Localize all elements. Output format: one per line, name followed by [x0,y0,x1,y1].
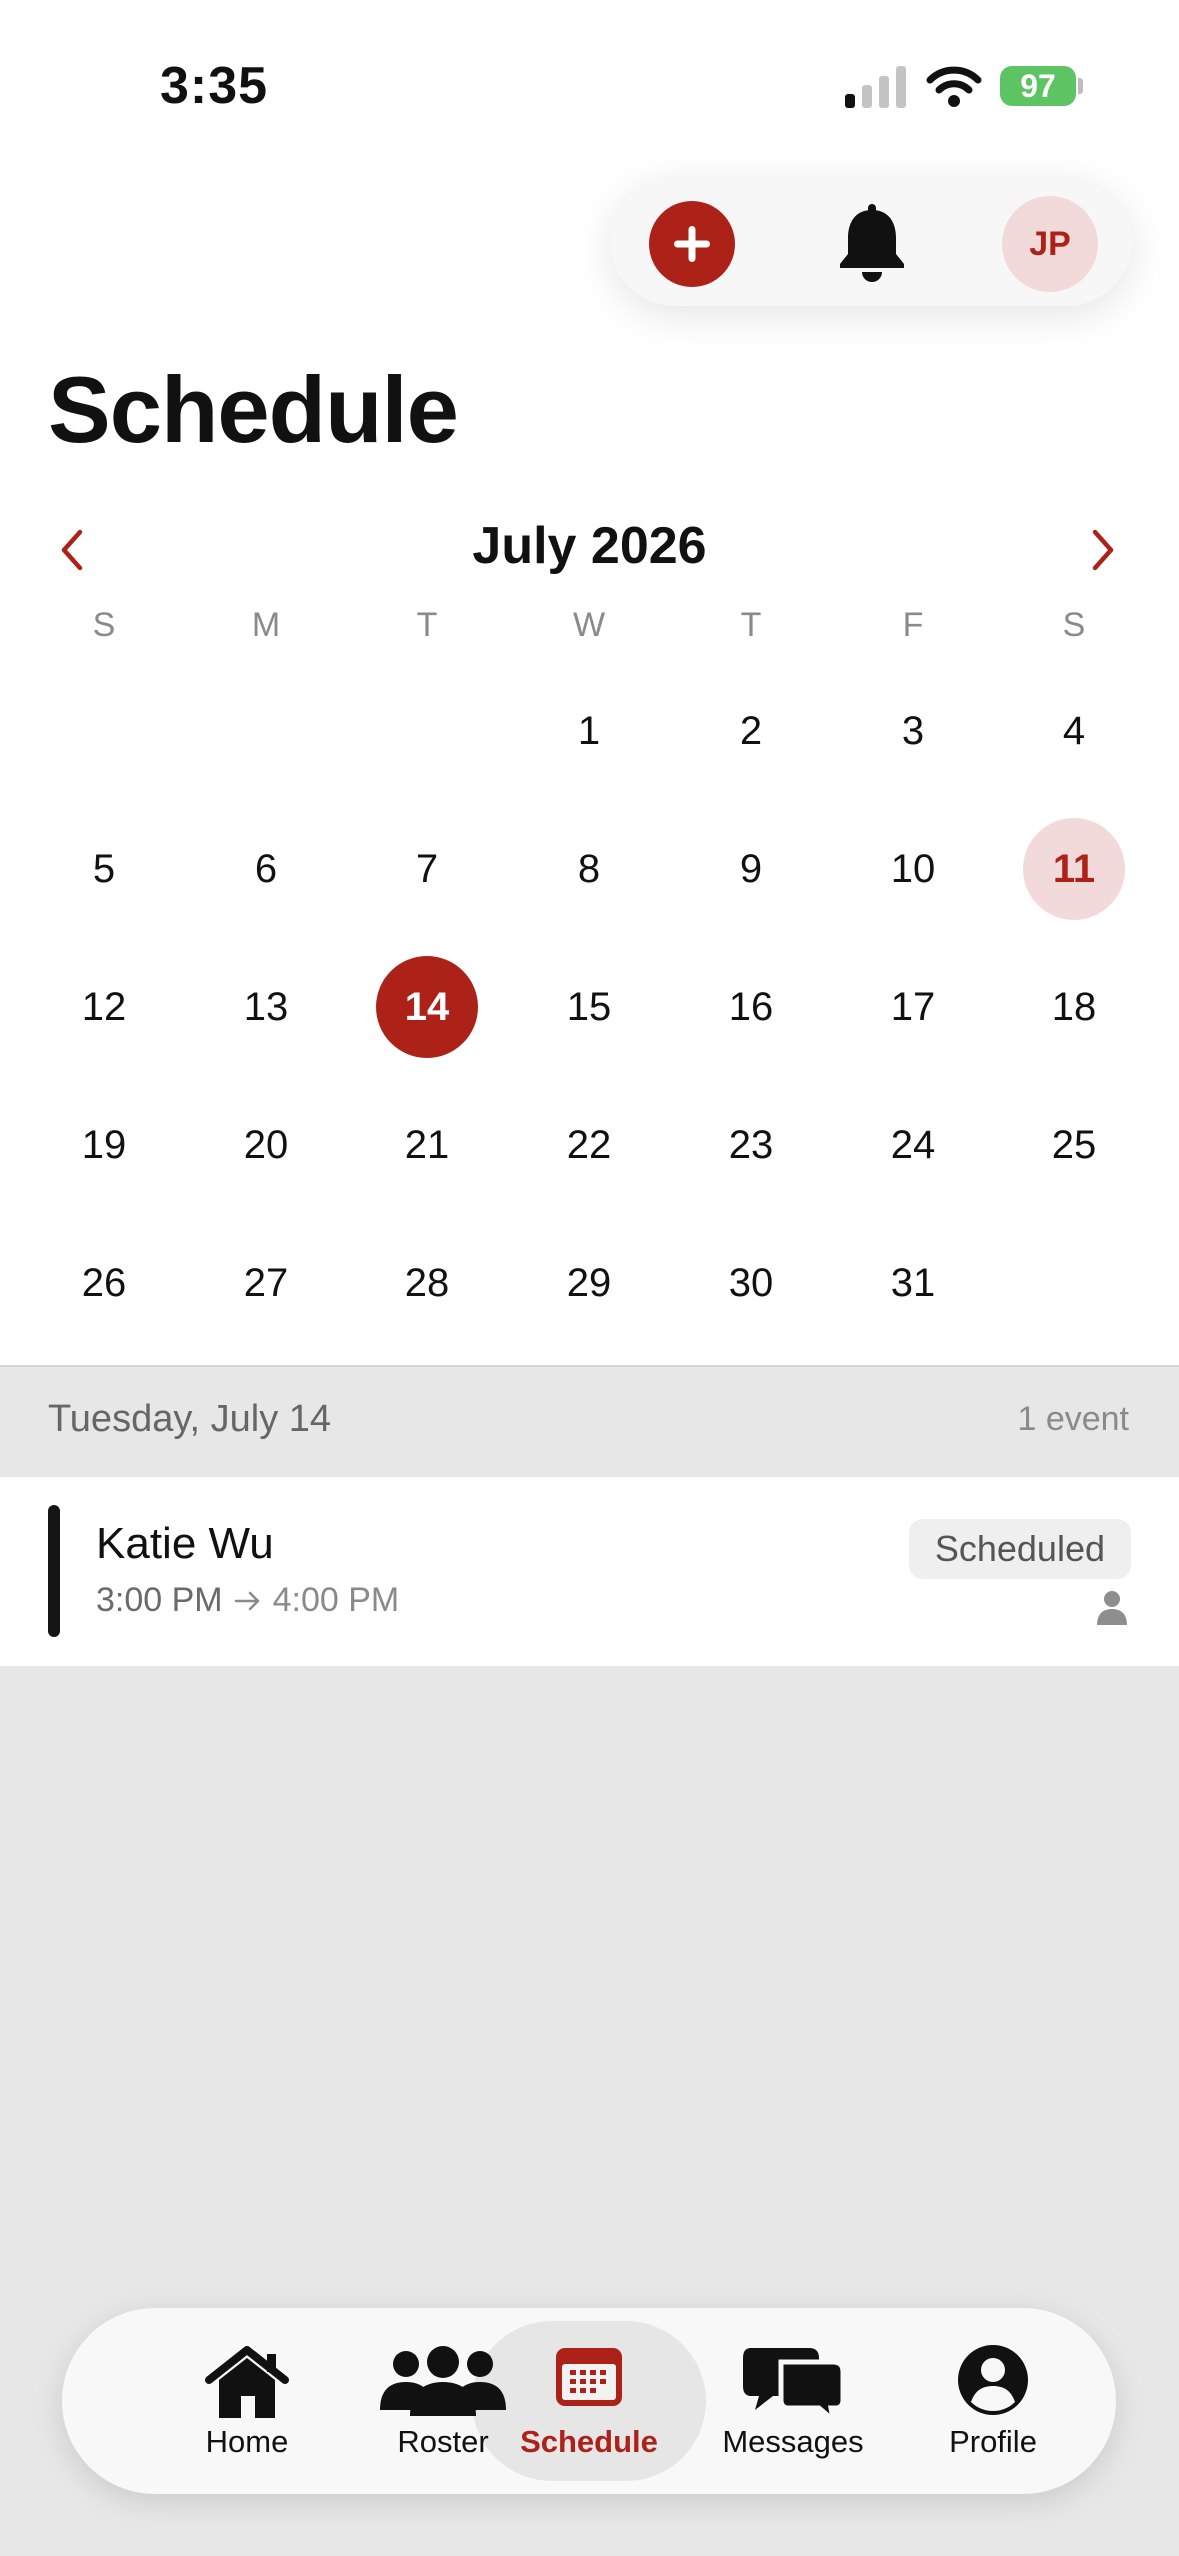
status-time: 3:35 [160,57,269,115]
tab-home-label: Home [205,2424,289,2459]
event-start-time: 3:00 PM [96,1581,223,1619]
calendar-day[interactable]: 1 [538,680,640,782]
calendar-day[interactable]: 13 [215,956,317,1058]
avatar[interactable]: JP [1002,196,1098,292]
weekday-label: S [92,606,116,644]
selected-date-label: Tuesday, July 14 [48,1398,332,1440]
tab-messages[interactable]: Messages [698,2308,888,2494]
calendar-day[interactable]: 7 [376,818,478,920]
calendar-day[interactable]: 15 [538,956,640,1058]
calendar-day[interactable]: 20 [215,1094,317,1196]
calendar-day[interactable]: 6 [215,818,317,920]
profile-icon [958,2345,1028,2415]
weekday-label: T [740,606,762,644]
tab-home[interactable]: Home [152,2308,342,2494]
add-button[interactable] [649,201,735,287]
event-end-time: 4:00 PM [272,1581,400,1619]
event-name: Katie Wu [96,1519,274,1568]
calendar-day[interactable]: 24 [862,1094,964,1196]
bottom-tab-bar: Home Roster Schedule Messages Profile [62,2308,1116,2494]
page-title: Schedule [48,357,459,462]
calendar-day[interactable]: 30 [700,1232,802,1334]
weekday-label: M [251,606,281,644]
tab-profile-label: Profile [949,2424,1037,2459]
person-icon [1097,1591,1127,1625]
calendar-day[interactable]: 21 [376,1094,478,1196]
event-color-bar [48,1505,60,1637]
calendar-day[interactable]: 16 [700,956,802,1058]
calendar-day[interactable]: 26 [53,1232,155,1334]
calendar-day[interactable]: 5 [53,818,155,920]
status-badge: Scheduled [908,1519,1131,1579]
tab-roster-label: Roster [397,2424,489,2459]
calendar-day[interactable]: 31 [862,1232,964,1334]
wifi-icon [926,66,982,107]
calendar-day[interactable]: 23 [700,1094,802,1196]
event-count: 1 event [1017,1400,1129,1438]
tab-messages-label: Messages [722,2424,864,2459]
event-row[interactable]: Katie Wu 3:00 PM 4:00 PM Scheduled [0,1477,1179,1666]
calendar-day[interactable]: 29 [538,1232,640,1334]
tab-schedule[interactable]: Schedule [494,2308,684,2494]
calendar-day[interactable]: 28 [376,1232,478,1334]
home-icon [205,2346,289,2418]
weekday-label: T [416,606,438,644]
calendar-day[interactable]: 8 [538,818,640,920]
weekday-label: F [902,606,924,644]
bell-icon [840,204,904,282]
battery-tip [1078,78,1083,94]
roster-icon [380,2346,506,2416]
month-title: July 2026 [472,517,707,575]
calendar-day[interactable]: 9 [700,818,802,920]
calendar-day[interactable]: 19 [53,1094,155,1196]
arrow-right-icon [234,1591,259,1610]
calendar-day[interactable]: 12 [53,956,155,1058]
weekday-label: W [572,606,606,644]
plus-icon [674,226,710,262]
calendar-day[interactable]: 25 [1023,1094,1125,1196]
calendar-day[interactable]: 27 [215,1232,317,1334]
tab-schedule-label: Schedule [520,2424,658,2459]
notifications-button[interactable] [832,200,912,286]
messages-icon [743,2348,845,2422]
next-month-button[interactable] [1083,524,1123,576]
calendar-day[interactable]: 3 [862,680,964,782]
calendar-day[interactable]: 18 [1023,956,1125,1058]
cellular-signal-icon [845,66,906,108]
calendar-day[interactable]: 11 [1023,818,1125,920]
calendar-day[interactable]: 17 [862,956,964,1058]
battery-level: 97 [1020,67,1056,104]
battery-indicator: 97 [1000,66,1076,106]
tab-profile[interactable]: Profile [898,2308,1088,2494]
calendar-day-selected[interactable]: 14 [376,956,478,1058]
calendar-day[interactable]: 4 [1023,680,1125,782]
chevron-right-icon [1092,529,1114,571]
calendar-day[interactable]: 10 [862,818,964,920]
avatar-initials: JP [1029,224,1071,263]
weekday-label: S [1062,606,1086,644]
schedule-top-panel: 3:35 97 JP Schedule July 2026 S M T W T … [0,0,1179,1367]
calendar-day[interactable]: 22 [538,1094,640,1196]
event-time: 3:00 PM 4:00 PM [96,1581,399,1620]
calendar-icon [556,2348,622,2406]
calendar-day[interactable]: 2 [700,680,802,782]
